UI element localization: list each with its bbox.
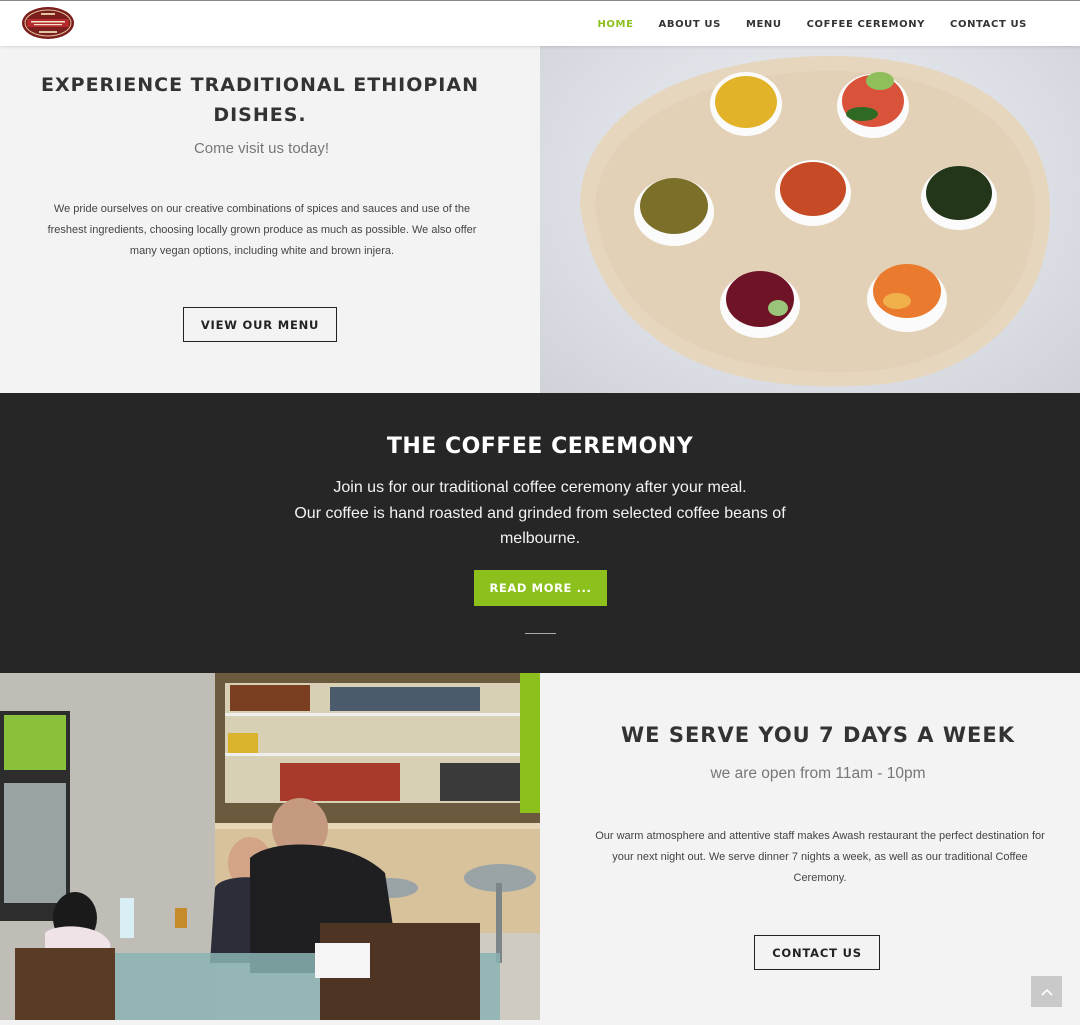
hours-description: Our warm atmosphere and attentive staff … (595, 830, 1045, 884)
chevron-up-icon (1040, 983, 1053, 1001)
coffee-ceremony-section: THE COFFEE CEREMONY Join us for our trad… (0, 393, 1080, 673)
nav-about-us[interactable]: ABOUT US (659, 19, 721, 30)
hero-description: We pride ourselves on our creative combi… (47, 203, 477, 257)
hours-text-panel: WE SERVE YOU 7 DAYS A WEEK we are open f… (540, 673, 1080, 1025)
hero-section: EXPERIENCE TRADITIONAL ETHIOPIAN DISHES.… (0, 46, 1080, 393)
hero-text-panel: EXPERIENCE TRADITIONAL ETHIOPIAN DISHES.… (0, 46, 540, 393)
nav-contact-us[interactable]: CONTACT US (950, 19, 1027, 30)
section-divider (525, 633, 556, 634)
hero-subtitle: Come visit us today! (193, 140, 330, 157)
coffee-line-2: Our coffee is hand roasted and grinded f… (294, 504, 786, 548)
coffee-description: Join us for our traditional coffee cerem… (280, 475, 800, 552)
coffee-title: THE COFFEE CEREMONY (386, 434, 694, 459)
injera-platter-image (540, 46, 1080, 393)
hero-title: EXPERIENCE TRADITIONAL ETHIOPIAN DISHES. (41, 74, 479, 126)
opening-hours-section: WE SERVE YOU 7 DAYS A WEEK we are open f… (0, 673, 1080, 1025)
coffee-line-1: Join us for our traditional coffee cerem… (333, 479, 747, 496)
nav-home[interactable]: HOME (597, 19, 633, 30)
nav-coffee-ceremony[interactable]: COFFEE CEREMONY (807, 19, 925, 30)
site-logo[interactable] (21, 6, 75, 40)
hours-subtitle: we are open from 11am - 10pm (710, 765, 926, 782)
nav-menu[interactable]: MENU (746, 19, 782, 30)
site-header: HOME ABOUT US MENU COFFEE CEREMONY CONTA… (0, 0, 1080, 46)
main-nav: HOME ABOUT US MENU COFFEE CEREMONY CONTA… (572, 1, 1027, 47)
view-menu-button[interactable]: VIEW OUR MENU (183, 307, 337, 342)
hours-title: WE SERVE YOU 7 DAYS A WEEK (621, 723, 1015, 747)
restaurant-interior-image (0, 673, 540, 1020)
read-more-button[interactable]: READ MORE ... (474, 570, 607, 606)
scroll-to-top-button[interactable] (1031, 976, 1062, 1007)
contact-us-button[interactable]: CONTACT US (754, 935, 880, 970)
